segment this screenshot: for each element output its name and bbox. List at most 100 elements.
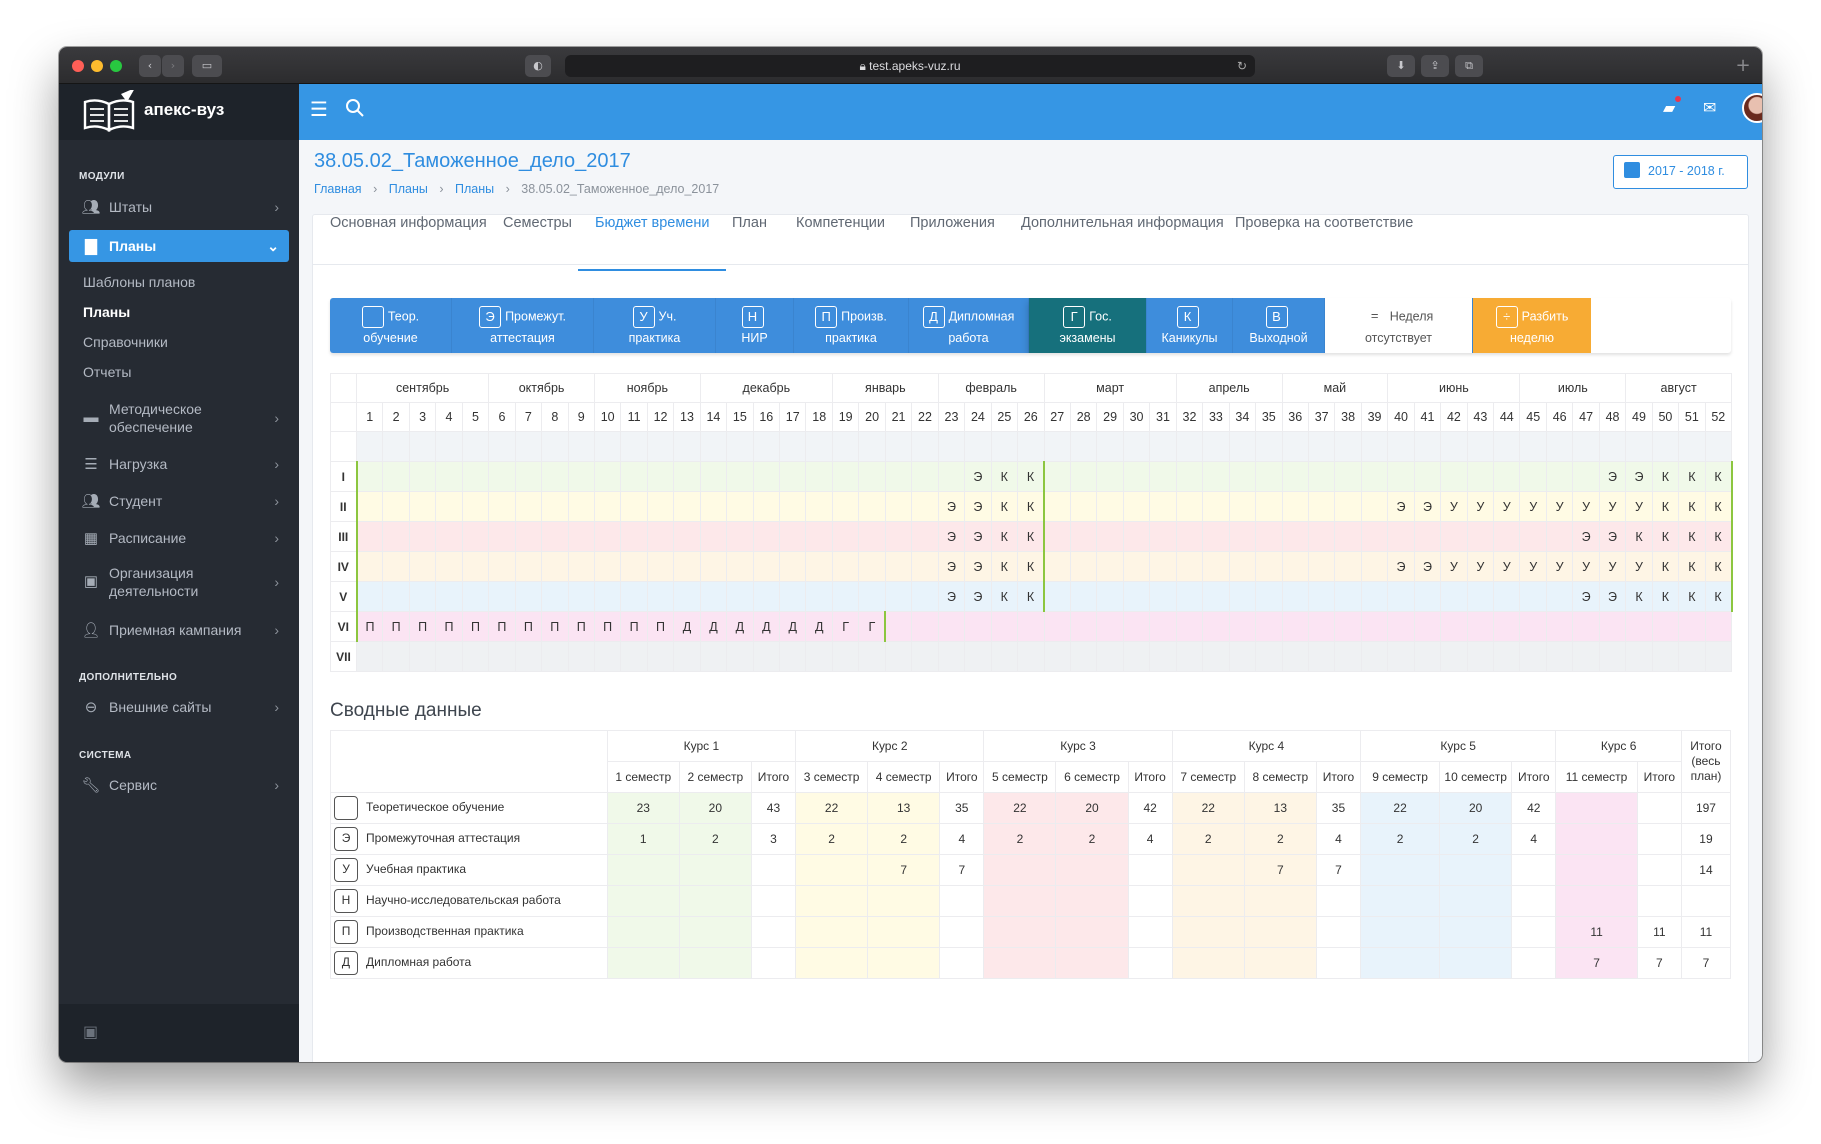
week-cell[interactable] [911, 461, 939, 492]
week-cell[interactable] [831, 491, 860, 522]
tab-main-info[interactable]: Основная информация [330, 215, 487, 271]
week-cell[interactable] [1043, 611, 1071, 642]
week-cell[interactable] [1202, 551, 1230, 582]
week-cell[interactable] [1519, 581, 1547, 612]
legend-button-4[interactable]: Н НИР [716, 298, 794, 353]
week-cell[interactable] [1255, 611, 1283, 642]
week-cell[interactable] [937, 611, 966, 642]
week-cell[interactable]: К [990, 521, 1019, 552]
week-cell[interactable] [1651, 611, 1680, 642]
week-cell[interactable]: П [567, 611, 595, 642]
week-cell[interactable] [673, 551, 701, 582]
week-cell[interactable] [699, 521, 728, 552]
week-cell[interactable] [1228, 461, 1257, 492]
week-cell[interactable] [805, 551, 833, 582]
week-cell[interactable] [1545, 611, 1574, 642]
week-cell[interactable] [1466, 641, 1495, 672]
week-cell[interactable]: У [1519, 551, 1547, 582]
week-cell[interactable] [1017, 641, 1045, 672]
week-cell[interactable] [937, 461, 966, 492]
week-cell[interactable] [488, 641, 516, 672]
legend-button-7[interactable]: Г Гос. экзамены [1029, 298, 1147, 353]
week-cell[interactable] [1043, 521, 1071, 552]
week-cell[interactable] [699, 491, 728, 522]
week-cell[interactable] [1069, 461, 1098, 492]
week-cell[interactable] [435, 581, 463, 612]
week-cell[interactable] [1307, 641, 1336, 672]
week-cell[interactable] [1017, 611, 1045, 642]
week-cell[interactable]: К [1017, 461, 1046, 492]
week-cell[interactable] [911, 641, 939, 672]
sidebar-item-nagruzka[interactable]: ☰ Нагрузка › [69, 451, 289, 477]
week-cell[interactable] [779, 641, 807, 672]
week-cell[interactable] [1519, 461, 1547, 492]
legend-button-3[interactable]: У Уч. практика [594, 298, 716, 353]
week-cell[interactable]: У [1440, 491, 1468, 522]
week-cell[interactable] [1440, 641, 1468, 672]
week-cell[interactable] [726, 461, 754, 492]
week-cell[interactable]: Э [937, 581, 966, 612]
sidebar-item-plany[interactable]: ▇ Планы ⌄ [69, 230, 289, 262]
week-cell[interactable] [1096, 611, 1124, 642]
week-cell[interactable] [567, 551, 595, 582]
week-cell[interactable] [1307, 461, 1336, 492]
week-cell[interactable] [1228, 551, 1257, 582]
week-cell[interactable] [1122, 551, 1151, 582]
sidebar-item-external-sites[interactable]: ⊖ Внешние сайты › [69, 694, 289, 720]
week-cell[interactable] [593, 581, 622, 612]
week-cell[interactable] [1149, 551, 1177, 582]
week-cell[interactable] [646, 551, 675, 582]
tab-additional-info[interactable]: Дополнительная информация [1021, 215, 1224, 271]
week-cell[interactable]: К [1678, 461, 1706, 492]
week-cell[interactable] [646, 581, 675, 612]
week-cell[interactable] [858, 491, 886, 522]
week-cell[interactable] [1202, 521, 1230, 552]
week-cell[interactable] [541, 581, 569, 612]
week-cell[interactable] [1043, 461, 1071, 492]
week-cell[interactable] [1334, 641, 1362, 672]
week-cell[interactable]: У [1572, 551, 1600, 582]
week-cell[interactable] [1678, 641, 1706, 672]
week-cell[interactable] [567, 461, 595, 492]
week-cell[interactable] [355, 491, 384, 522]
close-window-button[interactable] [72, 60, 84, 72]
week-cell[interactable] [1440, 611, 1468, 642]
week-cell[interactable]: П [355, 611, 384, 642]
week-cell[interactable]: К [1651, 551, 1680, 582]
legend-button-10[interactable]: = Неделя отсутствует [1325, 298, 1473, 353]
week-cell[interactable] [858, 551, 886, 582]
address-bar[interactable]: 🔒︎ test.apeks-vuz.ru ↻ [565, 55, 1255, 77]
week-cell[interactable]: Э [1387, 491, 1415, 522]
week-cell[interactable] [461, 521, 490, 552]
week-cell[interactable] [1704, 641, 1733, 672]
legend-button-11[interactable]: ÷ Разбить неделю [1473, 298, 1591, 353]
week-cell[interactable]: Э [1598, 521, 1627, 552]
week-cell[interactable] [937, 641, 966, 672]
week-cell[interactable] [884, 521, 913, 552]
breadcrumb-link-home[interactable]: Главная [314, 182, 362, 196]
week-cell[interactable] [620, 551, 648, 582]
week-cell[interactable]: П [382, 611, 410, 642]
week-cell[interactable] [567, 521, 595, 552]
forward-button[interactable]: › [162, 55, 184, 77]
week-cell[interactable] [1069, 491, 1098, 522]
week-cell[interactable] [461, 581, 490, 612]
week-cell[interactable]: К [1651, 491, 1680, 522]
week-cell[interactable] [567, 581, 595, 612]
week-cell[interactable] [1096, 491, 1124, 522]
week-cell[interactable] [911, 491, 939, 522]
sidebar-item-student[interactable]: 👥︎ Студент › [69, 488, 289, 514]
week-cell[interactable]: У [1466, 491, 1495, 522]
week-cell[interactable]: П [488, 611, 516, 642]
week-cell[interactable] [593, 521, 622, 552]
week-cell[interactable]: К [990, 581, 1019, 612]
week-cell[interactable] [567, 491, 595, 522]
week-cell[interactable] [620, 461, 648, 492]
week-cell[interactable]: У [1545, 551, 1574, 582]
week-cell[interactable] [1360, 461, 1389, 492]
week-cell[interactable] [1360, 641, 1389, 672]
week-cell[interactable] [1255, 551, 1283, 582]
week-cell[interactable] [488, 551, 516, 582]
new-tab-icon[interactable]: + [1732, 55, 1754, 77]
week-cell[interactable] [355, 551, 384, 582]
